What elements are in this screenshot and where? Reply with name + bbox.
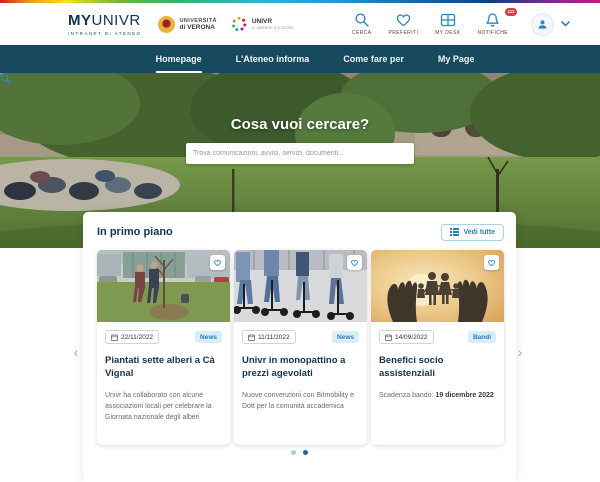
card-description: Scadenza bando: 19 dicembre 2022 bbox=[379, 390, 496, 401]
news-card-monopattino[interactable]: 11/11/2022 News Univr in monopattino a p… bbox=[234, 250, 367, 445]
calendar-icon bbox=[248, 334, 255, 341]
favorites-action-label: PREFERITI bbox=[389, 30, 419, 36]
hero-search-input[interactable] bbox=[193, 150, 407, 157]
grid-window-icon bbox=[440, 12, 456, 28]
card-date: 11/11/2022 bbox=[242, 330, 296, 344]
section-title: In primo piano bbox=[97, 226, 173, 238]
panel-header: In primo piano Vedi tutte bbox=[97, 222, 504, 242]
header-actions: CERCA PREFERITI MY DESK bbox=[352, 12, 570, 36]
nav-item-come-fare-per[interactable]: Come fare per bbox=[343, 45, 404, 73]
card-date: 14/09/2022 bbox=[379, 330, 434, 344]
heart-icon bbox=[487, 259, 496, 267]
category-badge: News bbox=[332, 331, 359, 343]
carousel-prev-button[interactable]: ‹ bbox=[68, 344, 84, 360]
verona-crest-icon bbox=[158, 16, 175, 33]
favorites-action-button[interactable]: PREFERITI bbox=[389, 12, 419, 36]
mydesk-action-label: MY DESK bbox=[435, 30, 460, 36]
favorite-button[interactable] bbox=[347, 255, 362, 270]
bandi-card-benefici[interactable]: 14/09/2022 Bandi Benefici socio assisten… bbox=[371, 250, 504, 445]
carousel-dot-1[interactable] bbox=[291, 450, 296, 455]
news-card-alberi[interactable]: 22/11/2022 News Piantati sette alberi a … bbox=[97, 250, 230, 445]
notifications-count-badge: 111 bbox=[505, 8, 517, 16]
search-icon bbox=[354, 12, 370, 28]
calendar-icon bbox=[385, 334, 392, 341]
carousel-dots bbox=[83, 450, 516, 455]
heart-icon bbox=[395, 12, 412, 28]
notifications-action-button[interactable]: 111 NOTIFICHE bbox=[477, 12, 508, 36]
user-menu[interactable] bbox=[531, 13, 570, 36]
favorite-button[interactable] bbox=[484, 255, 499, 270]
nav-item-homepage[interactable]: Homepage bbox=[156, 45, 202, 73]
hero-title: Cosa vuoi cercare? bbox=[231, 116, 369, 133]
hero-search-bar[interactable] bbox=[186, 143, 414, 164]
univr-dots-icon bbox=[231, 16, 247, 32]
card-date: 22/11/2022 bbox=[105, 330, 159, 344]
brand-subtitle: INTRANET DI ATENEO bbox=[68, 31, 142, 36]
favorite-button[interactable] bbox=[210, 255, 225, 270]
carousel-dot-2[interactable] bbox=[303, 450, 308, 455]
search-action-label: CERCA bbox=[352, 30, 372, 36]
bell-icon bbox=[485, 12, 500, 28]
card-title[interactable]: Benefici socio assistenziali bbox=[379, 355, 496, 381]
myunivr-portal-page: MYUNIVR INTRANET DI ATENEO UNIVERSITÀ di… bbox=[0, 0, 600, 482]
search-submit-icon[interactable] bbox=[0, 73, 11, 84]
header: MYUNIVR INTRANET DI ATENEO UNIVERSITÀ di… bbox=[0, 3, 600, 45]
card-description: Univr ha collaborato con alcune associaz… bbox=[105, 390, 222, 424]
search-action-button[interactable]: CERCA bbox=[352, 12, 372, 36]
notifications-action-label: NOTIFICHE bbox=[477, 30, 508, 36]
category-badge: Bandi bbox=[468, 331, 496, 343]
view-all-label: Vedi tutte bbox=[463, 229, 495, 236]
brand-name: MYUNIVR bbox=[68, 13, 142, 28]
view-all-button[interactable]: Vedi tutte bbox=[441, 224, 504, 241]
universita-verona-logo[interactable]: UNIVERSITÀ di VERONA bbox=[158, 16, 217, 33]
heart-icon bbox=[350, 259, 359, 267]
category-badge: News bbox=[195, 331, 222, 343]
verona-logo-line2: di VERONA bbox=[180, 24, 217, 31]
main-nav: Homepage L'Ateneo informa Come fare per … bbox=[0, 45, 600, 73]
carousel-next-button[interactable]: › bbox=[512, 344, 528, 360]
nav-item-my-page[interactable]: My Page bbox=[438, 45, 475, 73]
univr-colors-logo[interactable]: UNIVR IL SAPERE A COLORI bbox=[231, 16, 294, 32]
nav-item-ateneo-informa[interactable]: L'Ateneo informa bbox=[236, 45, 310, 73]
calendar-icon bbox=[111, 334, 118, 341]
univr-logo-tagline: IL SAPERE A COLORI bbox=[252, 26, 294, 30]
card-description: Nuove convenzioni con Bitmobility e Dott… bbox=[242, 390, 359, 412]
list-icon bbox=[450, 228, 459, 236]
card-title[interactable]: Univr in monopattino a prezzi agevolati bbox=[242, 355, 359, 381]
featured-cards: 22/11/2022 News Piantati sette alberi a … bbox=[97, 250, 504, 445]
myunivr-logo[interactable]: MYUNIVR INTRANET DI ATENEO bbox=[68, 13, 142, 36]
heart-icon bbox=[213, 259, 222, 267]
in-primo-piano-panel: In primo piano Vedi tutte bbox=[83, 212, 516, 482]
chevron-down-icon[interactable] bbox=[561, 21, 570, 27]
person-icon bbox=[537, 19, 548, 30]
card-title[interactable]: Piantati sette alberi a Cà Vignal bbox=[105, 355, 222, 381]
mydesk-action-button[interactable]: MY DESK bbox=[435, 12, 460, 36]
univr-logo-name: UNIVR bbox=[252, 18, 294, 25]
avatar[interactable] bbox=[531, 13, 554, 36]
